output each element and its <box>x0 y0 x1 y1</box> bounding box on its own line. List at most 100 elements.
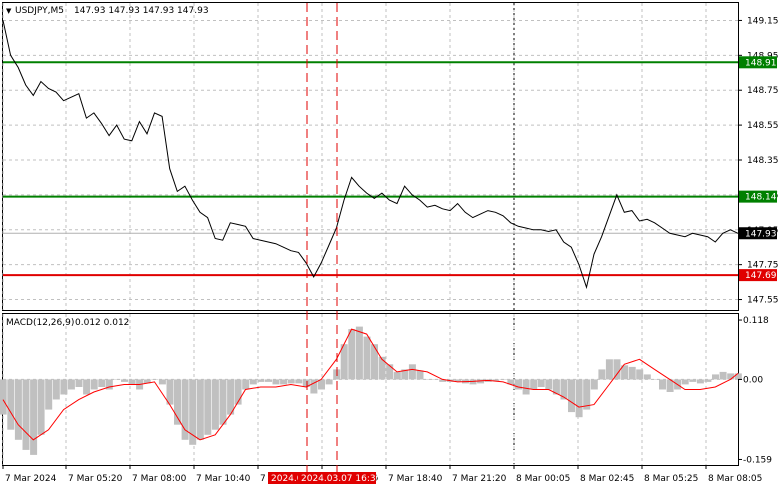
macd-bar <box>0 379 7 415</box>
macd-bar <box>530 379 538 390</box>
macd-bar <box>568 379 575 413</box>
macd-bar <box>348 329 356 380</box>
macd-bar <box>378 356 386 380</box>
price-axis-label: 148.35 <box>747 156 779 166</box>
macd-bar <box>128 379 136 385</box>
macd-bar <box>515 379 522 390</box>
macd-bar <box>37 379 45 435</box>
macd-bar <box>280 379 288 385</box>
macd-bar <box>211 379 219 430</box>
macd-bar <box>196 379 204 440</box>
macd-bar <box>431 379 439 380</box>
time-axis-label: 7 Mar 08:00 <box>132 474 187 484</box>
time-axis-label: 8 Mar 08:05 <box>708 474 762 484</box>
ohlc-label: 147.93 147.93 147.93 147.93 <box>74 6 209 16</box>
macd-bar <box>90 379 98 390</box>
macd-bar <box>545 379 553 390</box>
macd-bar <box>75 379 83 387</box>
macd-bar <box>363 336 371 380</box>
macd-axis-label: -0.159 <box>743 455 772 465</box>
chart-menu-arrow-icon[interactable]: ▼ <box>6 7 12 15</box>
macd-bar <box>651 379 659 380</box>
macd-bar <box>371 344 378 380</box>
macd-bar <box>393 371 401 380</box>
macd-bar <box>386 364 394 380</box>
macd-bar <box>52 379 60 400</box>
macd-bar <box>287 379 295 384</box>
macd-bar <box>659 379 666 390</box>
macd-bar <box>598 369 606 380</box>
macd-bar <box>499 379 507 380</box>
macd-bar <box>636 369 644 380</box>
macd-bar <box>219 379 227 425</box>
macd-bar <box>257 379 265 382</box>
macd-bar <box>734 373 742 380</box>
macd-bar <box>689 379 697 382</box>
macd-bar <box>408 364 416 380</box>
macd-bar <box>60 379 68 395</box>
current-price-tag: 147.93 <box>745 229 777 239</box>
crosshair-time-tag: 2024.03.07 16:35 <box>301 474 381 484</box>
price-levels <box>3 61 738 277</box>
price-axis: 149.15148.95148.75148.55148.35148.15147.… <box>738 16 779 306</box>
price-axis-label: 148.75 <box>747 86 779 96</box>
macd-bar <box>30 379 38 455</box>
macd-bar <box>522 379 530 395</box>
price-axis-label: 148.55 <box>747 121 779 131</box>
macd-bar <box>265 379 272 382</box>
macd-bar <box>704 379 712 382</box>
trading-chart[interactable]: 149.15148.95148.75148.55148.35148.15147.… <box>0 0 781 489</box>
macd-bar <box>628 366 636 380</box>
macd-bar <box>151 379 159 380</box>
symbol-label: USDJPY,M5 <box>15 6 64 16</box>
macd-bar <box>181 379 189 440</box>
macd-bar <box>416 370 424 380</box>
macd-bar <box>121 379 128 382</box>
time-axis-label: 8 Mar 02:45 <box>580 474 634 484</box>
macd-bar <box>355 326 363 380</box>
macd-bar <box>7 379 15 430</box>
price-level-tag: 148.91 <box>745 58 777 68</box>
price-axis-label: 149.15 <box>747 16 779 26</box>
macd-bar <box>643 374 651 380</box>
macd-bar <box>712 374 719 380</box>
time-axis-label: 8 Mar 05:25 <box>644 474 698 484</box>
macd-bar <box>272 379 280 385</box>
macd-bar <box>605 359 613 380</box>
macd-values-label: 0.012 0.012 <box>75 318 129 328</box>
macd-bar <box>14 379 22 440</box>
macd-bar <box>719 371 727 380</box>
price-level-tag: 147.69 <box>745 271 777 281</box>
macd-bar <box>295 379 303 384</box>
macd-bar <box>537 379 545 387</box>
macd-bar <box>575 379 583 418</box>
time-axis-label: 7 Mar 2024 <box>5 474 57 484</box>
macd-bar <box>113 379 121 380</box>
macd-panel-frame <box>2 313 739 466</box>
macd-histogram <box>0 326 742 455</box>
macd-bar <box>424 379 432 380</box>
price-line <box>2 20 739 290</box>
macd-axis-label: 0.118 <box>743 316 769 326</box>
macd-bar <box>204 379 212 435</box>
macd-bar <box>22 379 30 450</box>
macd-axis-label: 0.00 <box>743 375 763 385</box>
macd-bar <box>67 379 75 390</box>
macd-label: MACD(12,26,9) <box>6 318 74 328</box>
price-level-tag: 148.14 <box>745 193 777 203</box>
time-axis-label: 8 Mar 00:05 <box>516 474 570 484</box>
macd-bar <box>681 379 689 385</box>
time-axis-label: 7 Mar 10:40 <box>196 474 251 484</box>
macd-bar <box>45 379 53 410</box>
price-grid <box>2 3 738 465</box>
macd-bar <box>696 379 704 384</box>
time-axis: 7 Mar 2024 7 Mar 05:20 7 Mar 08:00 7 Mar 10… <box>2 465 762 484</box>
macd-bar <box>590 379 598 390</box>
macd-bar <box>249 379 257 385</box>
macd-bar <box>325 379 333 385</box>
macd-axis: 0.118 0.00 -0.159 <box>738 316 772 465</box>
time-axis-label: 7 Mar 18:40 <box>388 474 443 484</box>
time-axis-label: 7 Mar 21:20 <box>452 474 507 484</box>
macd-bar <box>613 359 621 380</box>
price-axis-label: 147.55 <box>747 296 779 306</box>
